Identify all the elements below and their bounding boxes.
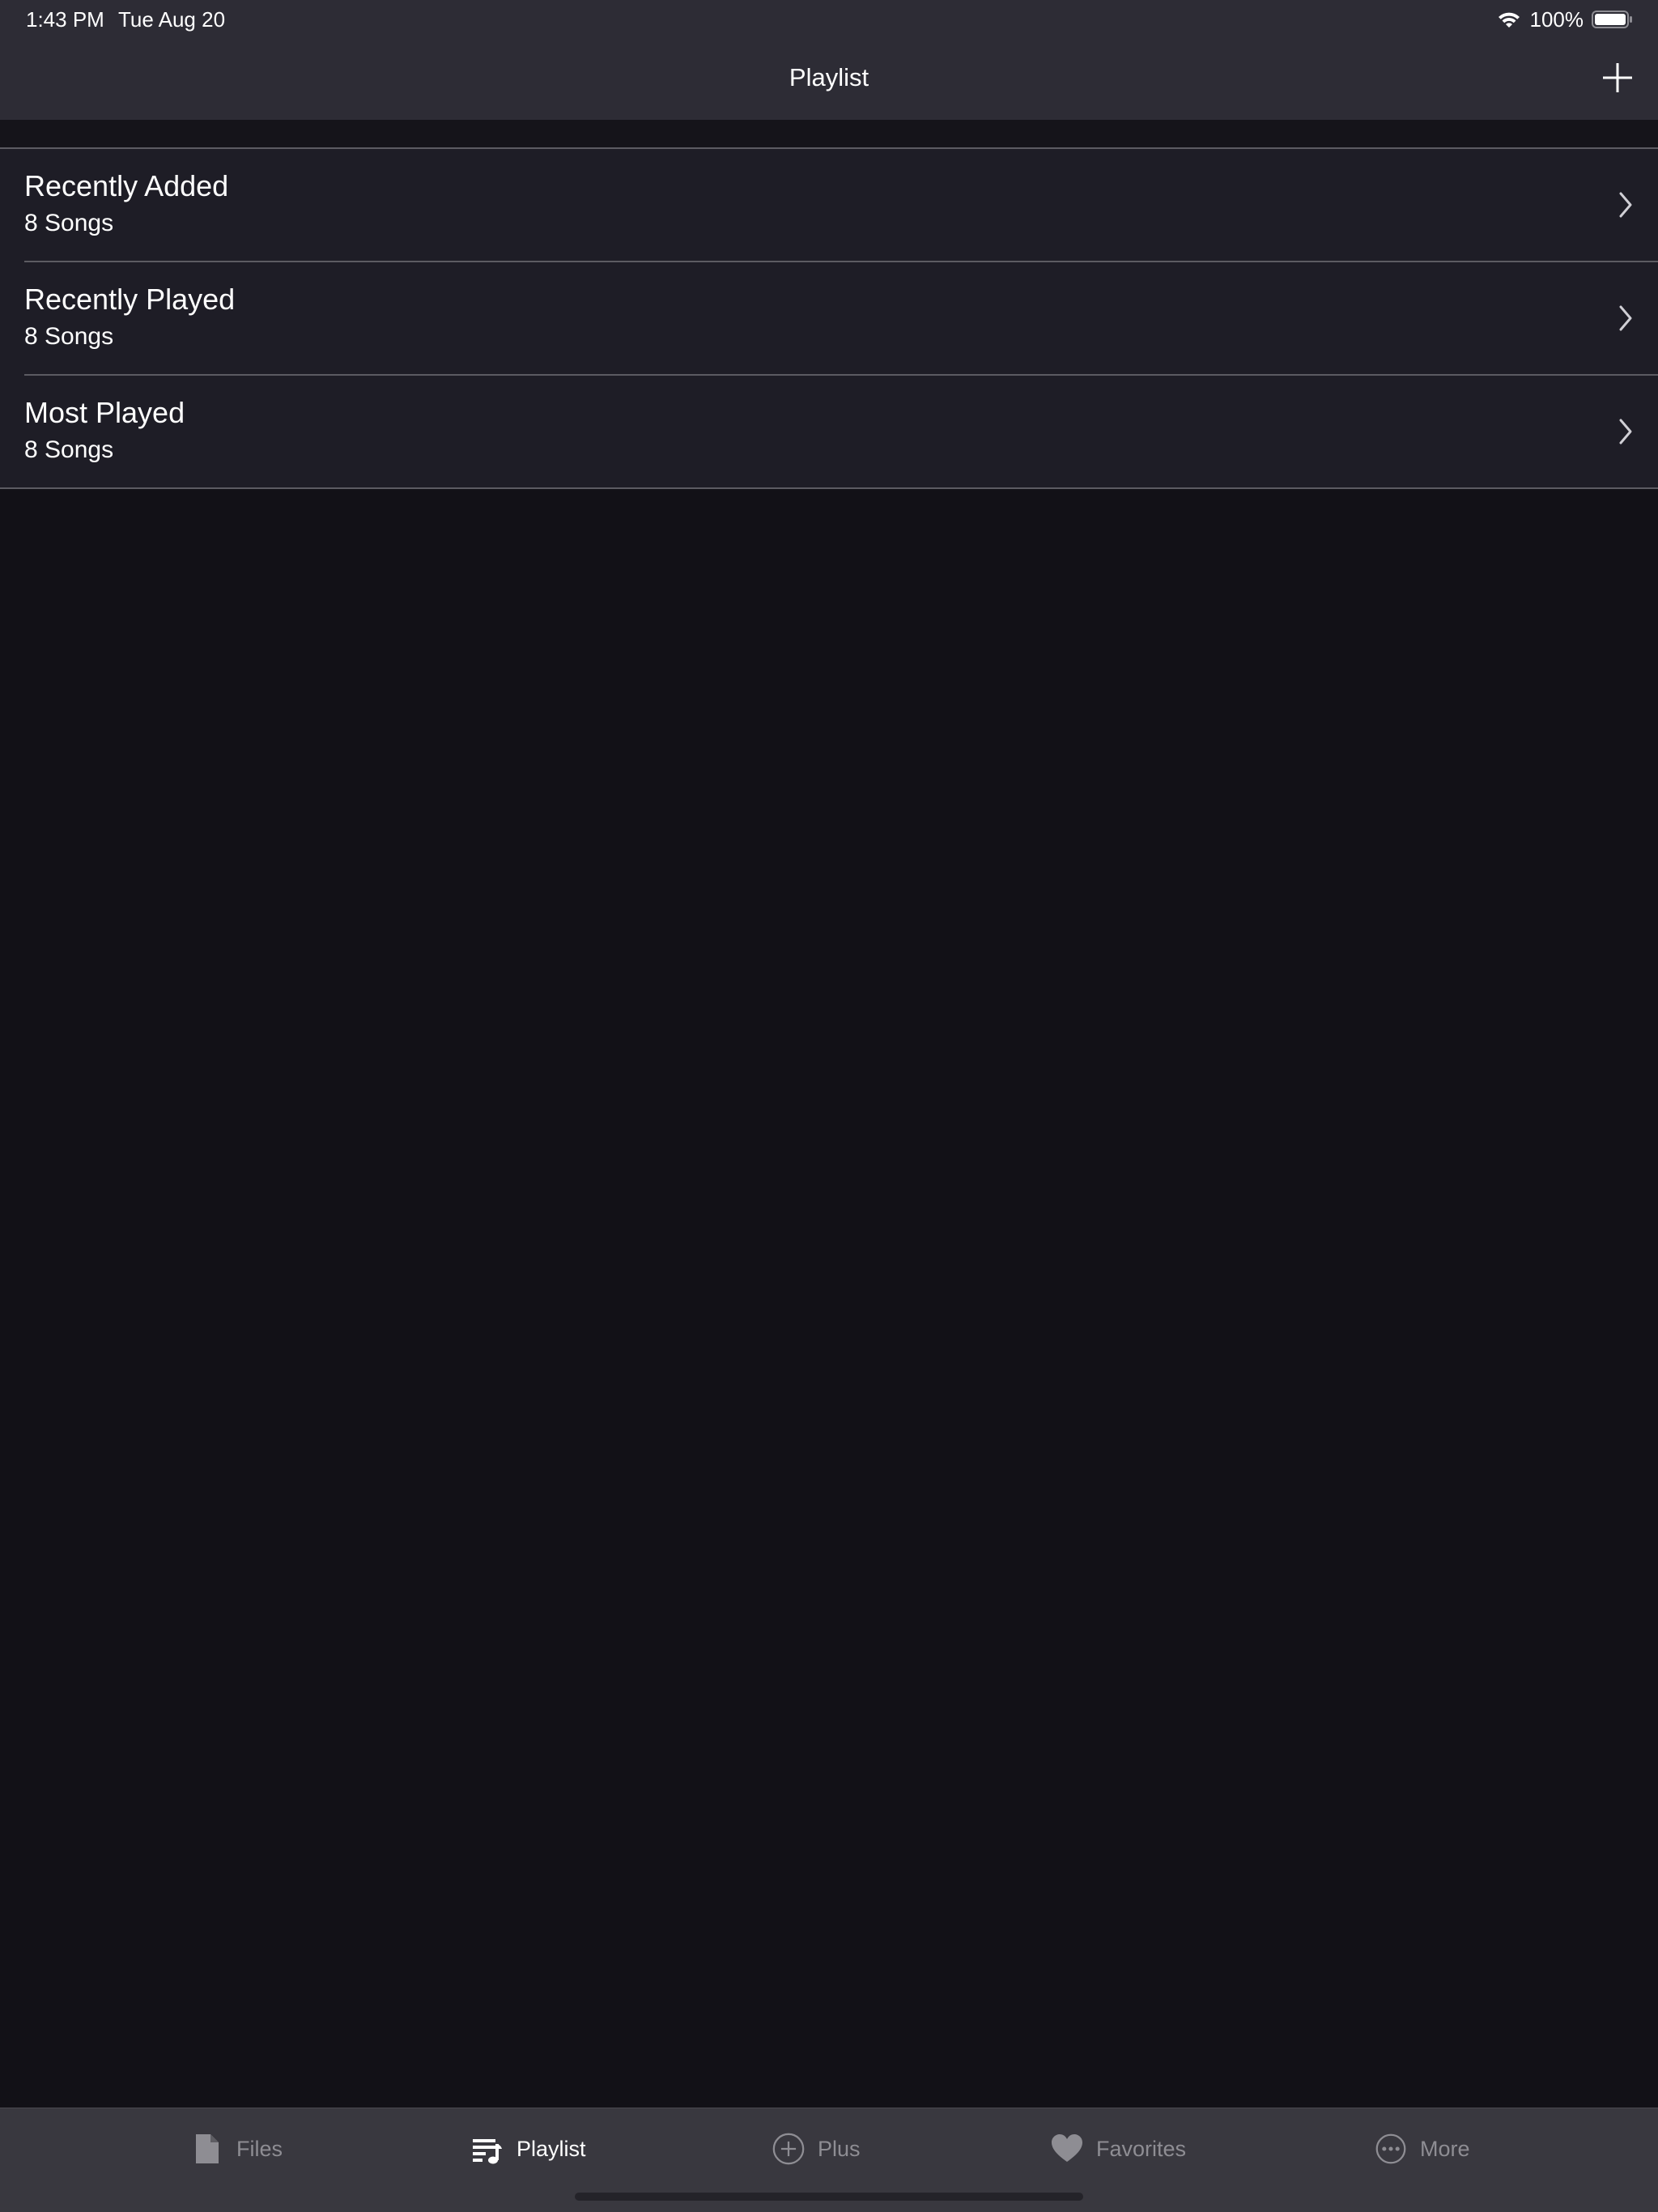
- add-playlist-button[interactable]: [1601, 62, 1634, 94]
- plus-icon: [1603, 63, 1632, 92]
- chevron-right-icon: [1619, 192, 1632, 218]
- more-icon: [1375, 2133, 1406, 2164]
- status-time: 1:43 PM: [26, 7, 104, 32]
- tab-label: Playlist: [517, 2136, 586, 2161]
- wifi-icon: [1498, 12, 1520, 28]
- tab-playlist[interactable]: Playlist: [471, 2129, 586, 2168]
- playlist-icon: [473, 2139, 502, 2164]
- heart-icon: [1052, 2134, 1082, 2162]
- section-spacer: [0, 120, 1658, 147]
- tab-plus[interactable]: Plus: [772, 2129, 861, 2168]
- chevron-right-icon: [1619, 419, 1632, 445]
- playlist-list: Recently Added 8 Songs Recently Played 8…: [0, 147, 1658, 489]
- playlist-row-recently-added[interactable]: Recently Added 8 Songs: [0, 149, 1658, 261]
- playlist-song-count: 8 Songs: [24, 210, 114, 236]
- battery-percent: 100%: [1529, 6, 1584, 32]
- tab-label: Plus: [818, 2136, 861, 2161]
- chevron-right-icon: [1619, 305, 1632, 331]
- tab-favorites[interactable]: Favorites: [1051, 2129, 1186, 2168]
- home-indicator: [575, 2193, 1083, 2201]
- playlist-song-count: 8 Songs: [24, 436, 114, 463]
- playlist-row-recently-played[interactable]: Recently Played 8 Songs: [0, 261, 1658, 374]
- playlist-title: Recently Played: [24, 283, 236, 316]
- status-date: Tue Aug 20: [118, 7, 226, 32]
- tab-files[interactable]: Files: [191, 2129, 283, 2168]
- plus-circle-icon: [772, 2133, 805, 2165]
- playlist-title: Most Played: [24, 396, 185, 429]
- status-indicators: 100%: [1496, 6, 1635, 32]
- playlist-row-most-played[interactable]: Most Played 8 Songs: [0, 374, 1658, 487]
- top-bar: 1:43 PM Tue Aug 20 100% Playlist: [0, 0, 1658, 120]
- playlist-title: Recently Added: [24, 169, 229, 202]
- tab-bar: Files Playlist Plus Favorites More: [0, 2108, 1658, 2212]
- tab-label: Favorites: [1096, 2136, 1187, 2161]
- page-title: Playlist: [789, 63, 869, 91]
- tab-label: More: [1420, 2136, 1470, 2161]
- playlist-song-count: 8 Songs: [24, 323, 114, 350]
- tab-more[interactable]: More: [1375, 2129, 1470, 2168]
- tab-label: Files: [236, 2136, 283, 2161]
- file-icon: [196, 2134, 219, 2163]
- battery-icon: [1592, 11, 1632, 28]
